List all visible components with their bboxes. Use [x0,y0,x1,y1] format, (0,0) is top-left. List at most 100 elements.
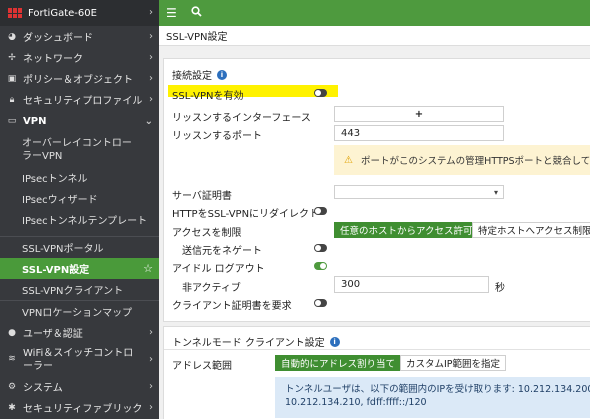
device-name: FortiGate-60E [28,7,97,19]
inactive-seconds-value: 300 [341,279,361,290]
fortinet-logo-icon [8,8,22,18]
sidebar-item-label: セキュリティプロファイル [23,96,143,107]
chevron-right-icon: › [149,327,153,338]
sidebar-sub-label: IPsecトンネル [22,174,88,185]
note-line-2: 10.212.134.210, fdff:ffff::/120 [285,397,427,408]
sidebar-item-wifi-switch[interactable]: ≋ WiFi＆スイッチコントローラー › [0,343,159,376]
sidebar-sub-ipsec-template[interactable]: IPsecトンネルテンプレート [0,209,159,230]
chevron-right-icon: › [149,52,153,63]
chevron-right-icon: › [149,402,153,413]
sidebar-sub-label: SSL-VPN設定 [22,265,90,276]
sidebar-item-label: システム [23,383,63,394]
idle-logout-label: アイドル ログアウト [172,264,265,275]
sidebar-item-vpn[interactable]: ▭ VPN ⌄ [0,110,159,132]
custom-ip-range-button[interactable]: カスタムIP範囲を指定 [400,355,507,371]
chevron-right-icon: › [149,31,153,42]
sidebar-item-label: ネットワーク [23,54,83,65]
negate-source-toggle[interactable] [314,244,327,252]
port-conflict-warning: ⚠ ポートがこのシステムの管理HTTPSポートと競合してい [334,145,590,175]
hamburger-icon[interactable]: ☰ [166,6,177,20]
sidebar-sub-sslvpn-client[interactable]: SSL-VPNクライアント [0,279,159,300]
auto-assign-address-button[interactable]: 自動的にアドレス割り当て [275,355,402,371]
sidebar-item-label: セキュリティファブリック [23,404,143,415]
sidebar-sub-ipsec-wizard[interactable]: IPsecウィザード [0,188,159,209]
chevron-down-icon: ▾ [493,187,498,197]
monitor-icon: ▭ [7,116,17,126]
sidebar: FortiGate-60E › ◕ ダッシュボード › ✢ ネットワーク › ▣… [0,0,159,419]
restrict-access-label: アクセスを制限 [172,228,242,239]
warning-icon: ⚠ [344,154,353,166]
sidebar-sub-label: IPsecウィザード [22,195,98,206]
http-redirect-toggle[interactable] [314,207,327,215]
device-header[interactable]: FortiGate-60E › [0,0,159,26]
sidebar-sub-label: IPsecトンネルテンプレート [22,216,148,227]
client-cert-label: クライアント証明書を要求 [172,301,292,312]
sidebar-sub-sslvpn-portal[interactable]: SSL-VPNポータル [0,237,159,258]
section-title-text: 接続設定 [172,71,212,82]
sidebar-sub-label: SSL-VPNクライアント [22,286,124,297]
sidebar-item-user-auth[interactable]: ● ユーザ＆認証 › [0,322,159,343]
dashboard-icon: ◕ [8,31,16,42]
search-icon[interactable] [191,6,202,20]
chevron-right-icon: › [149,7,153,18]
main-content: 接続設定 i SSL-VPNを有効 リッスンするインターフェース + リッスンす… [159,46,590,419]
info-icon[interactable]: i [217,69,227,80]
access-specific-host-text: 特定ホストへアクセス制限 [478,226,590,237]
network-icon: ✢ [8,52,16,63]
listen-port-input[interactable]: 443 [334,125,504,141]
sidebar-item-system[interactable]: ⚙ システム › [0,376,159,397]
chevron-right-icon: › [149,73,153,84]
address-range-note: トンネルユーザは、以下の範囲内のIPを受け取ります: 10.212.134.20… [275,377,590,418]
chevron-right-icon: › [149,94,153,105]
sidebar-sub-vpn-map[interactable]: VPNロケーションマップ [0,301,159,322]
sidebar-sub-ipsec-tunnel[interactable]: IPsecトンネル [0,167,159,188]
listen-interface-field[interactable]: + [334,106,504,122]
warning-text: ポートがこのシステムの管理HTTPSポートと競合してい [360,156,590,167]
idle-logout-toggle[interactable] [314,262,327,270]
access-any-host-text: 任意のホストからアクセス許可 [340,226,473,237]
sidebar-item-policy[interactable]: ▣ ポリシー＆オブジェクト › [0,68,159,89]
sidebar-sub-label: SSL-VPNポータル [22,244,104,255]
policy-icon: ▣ [7,73,17,84]
section-title: トンネルモード クライアント設定 i [172,334,340,349]
sidebar-item-label: ユーザ＆認証 [23,329,83,340]
chevron-right-icon: › [149,381,153,392]
enable-sslvpn-label: SSL-VPNを有効 [172,91,244,102]
access-any-host-button[interactable]: 任意のホストからアクセス許可 [334,222,479,238]
gear-icon: ⚙ [7,381,17,392]
access-specific-host-button[interactable]: 特定ホストへアクセス制限 [472,222,590,238]
client-cert-toggle[interactable] [314,299,327,307]
wifi-icon: ≋ [8,354,16,364]
http-redirect-label: HTTPをSSL-VPNにリダイレクト [172,209,320,220]
section-divider [164,349,590,350]
negate-source-label: 送信元をネゲート [182,246,262,257]
server-cert-label: サーバ証明書 [172,191,232,202]
connection-settings-panel: 接続設定 i SSL-VPNを有効 リッスンするインターフェース + リッスンす… [163,58,590,322]
sidebar-item-security-profile[interactable]: 🔒︎ セキュリティプロファイル › [0,89,159,110]
listen-port-label: リッスンするポート [172,131,262,142]
chevron-right-icon: › [149,354,153,365]
sidebar-item-security-fabric[interactable]: ✱ セキュリティファブリック › [0,397,159,418]
sidebar-item-network[interactable]: ✢ ネットワーク › [0,47,159,68]
sidebar-sub-overlay-vpn[interactable]: オーバーレイコントローラーVPN [0,132,159,167]
chevron-down-icon: ⌄ [144,115,153,127]
page-title: SSL-VPN設定 [166,32,228,43]
section-title-text: トンネルモード クライアント設定 [172,338,325,349]
sidebar-item-dashboard[interactable]: ◕ ダッシュボード › [0,26,159,47]
seconds-unit-label: 秒 [495,283,505,294]
sidebar-item-label: ポリシー＆オブジェクト [23,75,133,86]
enable-sslvpn-toggle[interactable] [314,89,327,97]
server-cert-select[interactable]: ▾ [334,185,504,199]
custom-ip-range-text: カスタムIP範囲を指定 [406,359,501,370]
sidebar-item-label: WiFi＆スイッチコントローラー [23,347,134,372]
note-line-1: トンネルユーザは、以下の範囲内のIPを受け取ります: 10.212.134.20… [285,384,590,395]
address-range-label: アドレス範囲 [172,361,232,372]
lock-icon: 🔒︎ [9,94,15,105]
page-title-bar: SSL-VPN設定 [159,26,590,46]
sidebar-sub-sslvpn-settings[interactable]: SSL-VPN設定 ☆ [0,258,159,279]
star-icon[interactable]: ☆ [143,262,153,275]
inactive-seconds-input[interactable]: 300 [334,276,489,293]
info-icon[interactable]: i [329,336,340,347]
listen-interface-label: リッスンするインターフェース [172,113,311,124]
top-bar: ☰ [159,0,590,26]
